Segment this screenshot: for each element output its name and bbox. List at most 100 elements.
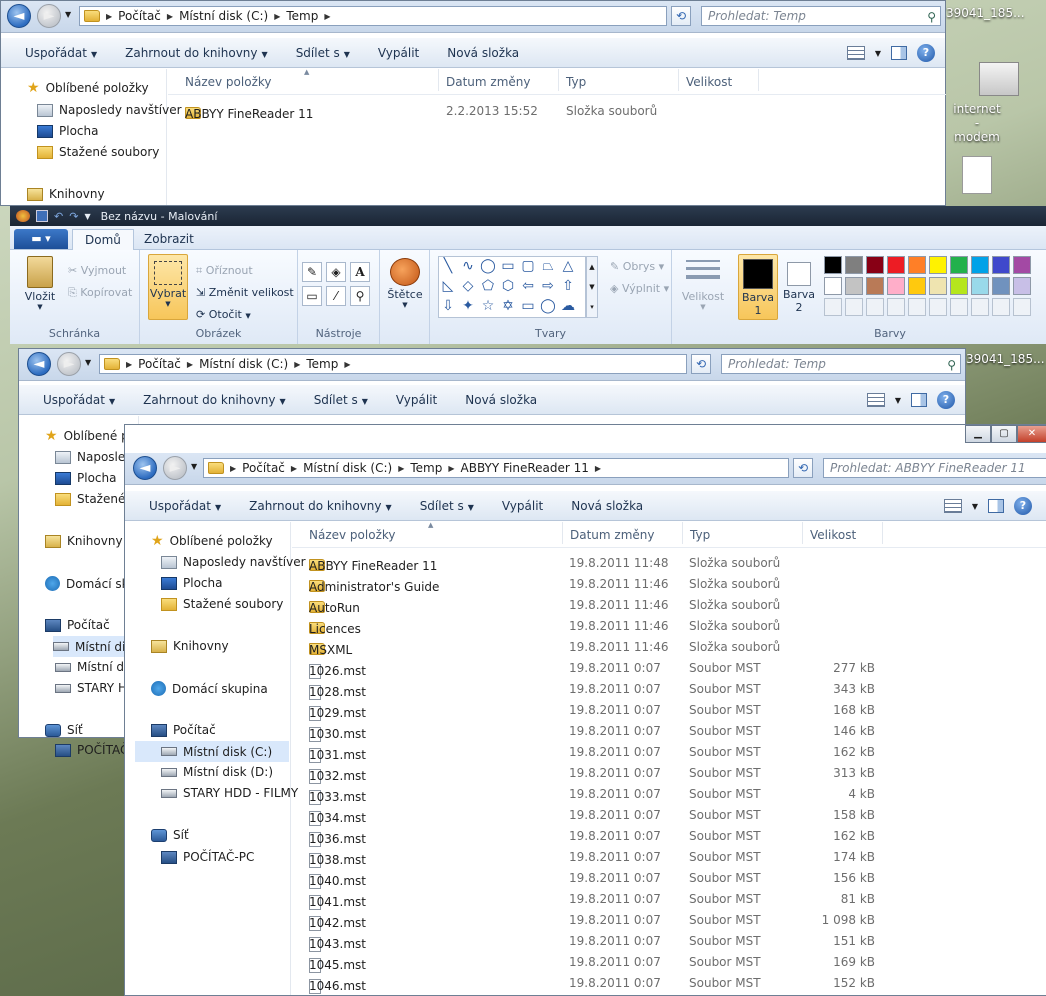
tab-home[interactable]: Domů [72,229,134,250]
breadcrumb-item[interactable]: Počítač [138,357,181,371]
burn-button[interactable]: Vypálit [488,499,557,513]
palette-swatch[interactable] [845,277,863,295]
breadcrumb-item[interactable]: Temp [286,9,318,23]
dropdown-icon[interactable]: ▼ [875,49,881,58]
table-row[interactable]: Licences 19.8.2011 11:46 Složka souborů [309,616,909,637]
palette-swatch[interactable] [992,256,1010,274]
table-row[interactable]: MSXML 19.8.2011 11:46 Složka souborů [309,637,909,658]
nav-computer[interactable]: Počítač [151,723,216,737]
column-type[interactable]: Typ [566,75,586,89]
fill-icon[interactable]: ◈ [326,262,346,282]
table-row[interactable]: 1028.mst 19.8.2011 0:07 Soubor MST 343 kB [309,679,909,700]
callout-oval-shape-icon[interactable]: ◯ [540,298,556,314]
size-button[interactable]: Velikost ▼ [680,258,726,311]
palette-swatch[interactable] [929,277,947,295]
save-icon[interactable] [36,210,48,222]
nav-homegroup[interactable]: Domácí sk [45,576,129,591]
undo-icon[interactable]: ↶ [54,210,63,223]
pencil-icon[interactable]: ✎ [302,262,322,282]
table-row[interactable]: Administrator's Guide 19.8.2011 11:46 Slož… [309,574,909,595]
share-with-button[interactable]: Sdílet s ▼ [300,393,382,407]
column-size[interactable]: Velikost [810,528,856,542]
palette-swatch[interactable] [1013,277,1031,295]
palette-swatch-empty[interactable] [845,298,863,316]
include-in-library-button[interactable]: Zahrnout do knihovny ▼ [111,46,282,60]
nav-network[interactable]: Síť [151,828,189,842]
nav-drive-d[interactable]: Místní disk (D:) [161,765,273,779]
share-with-button[interactable]: Sdílet s ▼ [406,499,488,513]
new-folder-button[interactable]: Nová složka [433,46,533,60]
breadcrumb[interactable]: ▶ Počítač ▶ Místní disk (C:) ▶ Temp ▶ AB… [203,458,789,478]
history-dropdown-icon[interactable]: ▼ [85,358,91,367]
breadcrumb-item[interactable]: Místní disk (C:) [199,357,288,371]
preview-pane-icon[interactable] [891,46,907,60]
table-row[interactable]: 1033.mst 19.8.2011 0:07 Soubor MST 4 kB [309,784,909,805]
palette-swatch-empty[interactable] [929,298,947,316]
desktop-icon-modem[interactable]: internet - modem [952,62,1046,144]
rectangle-shape-icon[interactable]: ▭ [500,258,516,274]
new-folder-button[interactable]: Nová složka [557,499,657,513]
nav-drive-c[interactable]: Místní disk (C:) [135,741,289,762]
forward-button[interactable]: ► [37,4,61,28]
table-row[interactable]: ABBYY FineReader 11 2.2.2013 15:52 Složk… [185,101,885,122]
table-row[interactable]: 1040.mst 19.8.2011 0:07 Soubor MST 156 kB [309,868,909,889]
right-triangle-shape-icon[interactable]: ◺ [440,278,456,294]
quick-access-dropdown-icon[interactable]: ▼ [84,212,90,221]
nav-recent[interactable]: Naposledy navštíver [161,555,306,569]
palette-swatch-empty[interactable] [971,298,989,316]
organize-button[interactable]: Uspořádat ▼ [125,499,235,513]
rounded-rectangle-shape-icon[interactable]: ▢ [520,258,536,274]
select-button[interactable]: Vybrat ▼ [148,254,188,320]
star4-shape-icon[interactable]: ✦ [460,298,476,314]
palette-swatch[interactable] [845,256,863,274]
table-row[interactable]: 1042.mst 19.8.2011 0:07 Soubor MST 1 098 kB [309,910,909,931]
refresh-button[interactable]: ⟲ [671,6,691,26]
nav-recent[interactable]: Naposled [55,450,133,464]
back-button[interactable]: ◄ [27,352,51,376]
magnifier-icon[interactable]: ⚲ [350,286,370,306]
palette-swatch[interactable] [824,256,842,274]
breadcrumb-item[interactable]: Temp [306,357,338,371]
table-row[interactable]: 1032.mst 19.8.2011 0:07 Soubor MST 313 kB [309,763,909,784]
callout-cloud-shape-icon[interactable]: ☁ [560,298,576,314]
palette-swatch[interactable] [908,256,926,274]
nav-pc[interactable]: POČÍTAČ-PC [161,850,254,864]
triangle-shape-icon[interactable]: △ [560,258,576,274]
eraser-icon[interactable]: ▭ [302,286,322,306]
copy-button[interactable]: ⎘ Kopírovat [68,286,132,300]
table-row[interactable]: AutoRun 19.8.2011 11:46 Složka souborů [309,595,909,616]
search-input[interactable]: Prohledat: Temp ⚲ [721,354,961,374]
palette-swatch[interactable] [971,256,989,274]
palette-swatch-empty[interactable] [824,298,842,316]
palette-swatch[interactable] [1013,256,1031,274]
nav-desktop[interactable]: Plocha [161,576,222,590]
burn-button[interactable]: Vypálit [364,46,433,60]
palette-swatch[interactable] [908,277,926,295]
palette-swatch[interactable] [866,256,884,274]
breadcrumb-item[interactable]: Místní disk (C:) [303,461,392,475]
oval-shape-icon[interactable]: ◯ [480,258,496,274]
view-options-icon[interactable] [866,393,885,407]
nav-libraries[interactable]: Knihovny [151,639,229,653]
nav-favorites[interactable]: ★ Oblíbené p [45,428,129,444]
palette-swatch[interactable] [887,277,905,295]
column-size[interactable]: Velikost [686,75,732,89]
arrow-left-shape-icon[interactable]: ⇦ [520,278,536,294]
palette-swatch[interactable] [929,256,947,274]
history-dropdown-icon[interactable]: ▼ [191,462,197,471]
minimize-button[interactable]: ▁ [965,425,991,443]
organize-button[interactable]: Uspořádat ▼ [19,393,129,407]
nav-downloads[interactable]: Stažené soubory [161,597,283,611]
breadcrumb-item[interactable]: Počítač [242,461,285,475]
tab-view[interactable]: Zobrazit [132,229,206,250]
diamond-shape-icon[interactable]: ◇ [460,278,476,294]
hexagon-shape-icon[interactable]: ⬡ [500,278,516,294]
line-shape-icon[interactable]: ╲ [440,258,456,274]
search-input[interactable]: Prohledat: ABBYY FineReader 11 [823,458,1046,478]
outline-button[interactable]: ✎ Obrys ▾ [610,260,664,273]
burn-button[interactable]: Vypálit [382,393,451,407]
palette-swatch-empty[interactable] [992,298,1010,316]
gallery-scroll-icon[interactable]: ▲ ▼ ▾ [586,256,598,318]
nav-favorites[interactable]: ★ Oblíbené položky [151,533,273,549]
table-row[interactable]: 1034.mst 19.8.2011 0:07 Soubor MST 158 kB [309,805,909,826]
